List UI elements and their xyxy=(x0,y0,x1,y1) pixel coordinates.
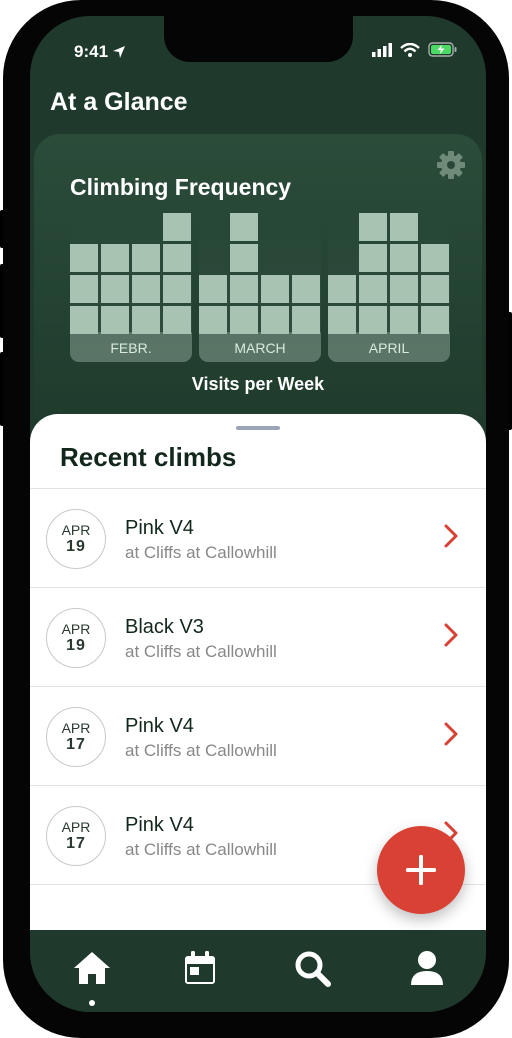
visit-square xyxy=(359,275,387,303)
date-badge: APR 19 xyxy=(46,608,106,668)
tab-search[interactable] xyxy=(292,950,334,990)
climb-name: Pink V4 xyxy=(125,715,194,737)
climb-name: Black V3 xyxy=(125,616,204,638)
date-month: APR xyxy=(61,522,91,538)
date-month: APR xyxy=(61,819,91,835)
date-day: 19 xyxy=(66,637,86,654)
visit-square xyxy=(70,275,98,303)
visit-square xyxy=(421,275,449,303)
visit-square xyxy=(132,244,160,272)
visit-square xyxy=(390,213,418,241)
visit-square xyxy=(163,244,191,272)
visit-square xyxy=(292,306,320,334)
chevron-right-icon xyxy=(444,524,458,548)
visit-square xyxy=(421,306,449,334)
visit-square xyxy=(390,275,418,303)
climb-location: at Cliffs at Callowhill xyxy=(125,543,277,562)
status-icons xyxy=(372,42,458,57)
phone-frame: 9:41 At a Glance Climbing Frequency FEBR… xyxy=(3,0,509,1038)
tab-bar xyxy=(30,930,486,1012)
recent-climbs-title: Recent climbs xyxy=(60,442,237,472)
visit-square xyxy=(359,306,387,334)
page-title: At a Glance xyxy=(50,88,188,116)
wifi-icon xyxy=(400,42,420,57)
date-day: 17 xyxy=(66,736,86,753)
visit-square xyxy=(163,213,191,241)
notch xyxy=(164,16,353,62)
plus-icon xyxy=(406,855,436,885)
visit-square xyxy=(132,306,160,334)
visit-square xyxy=(292,275,320,303)
visit-square xyxy=(328,306,356,334)
search-icon xyxy=(295,951,331,987)
climb-location: at Cliffs at Callowhill xyxy=(125,741,277,760)
visit-square xyxy=(328,275,356,303)
visit-square xyxy=(101,306,129,334)
date-day: 19 xyxy=(66,538,86,555)
visit-square xyxy=(70,306,98,334)
date-badge: APR 19 xyxy=(46,509,106,569)
month-label: APRIL xyxy=(368,340,410,356)
app-screen: 9:41 At a Glance Climbing Frequency FEBR… xyxy=(30,16,486,1012)
visit-square xyxy=(359,213,387,241)
visit-square xyxy=(359,244,387,272)
date-month: APR xyxy=(61,720,91,736)
calendar-icon xyxy=(185,951,215,984)
visit-square xyxy=(261,275,289,303)
location-arrow-icon xyxy=(113,46,126,58)
visit-square xyxy=(230,213,258,241)
visit-square xyxy=(70,244,98,272)
chart-title: Climbing Frequency xyxy=(70,174,292,200)
climb-location: at Cliffs at Callowhill xyxy=(125,642,277,661)
month-label: FEBR. xyxy=(110,340,152,356)
sheet-handle[interactable] xyxy=(236,426,280,430)
visit-square xyxy=(101,244,129,272)
climb-row[interactable]: APR 19 Black V3 at Cliffs at Callowhill xyxy=(30,588,486,686)
visit-square xyxy=(230,306,258,334)
climb-name: Pink V4 xyxy=(125,814,194,836)
climb-row[interactable]: APR 17 Pink V4 at Cliffs at Callowhill xyxy=(30,687,486,785)
date-badge: APR 17 xyxy=(46,806,106,866)
visit-square xyxy=(390,244,418,272)
tab-calendar[interactable] xyxy=(179,950,221,990)
visit-square xyxy=(199,275,227,303)
status-time: 9:41 xyxy=(74,42,126,62)
climb-name: Pink V4 xyxy=(125,517,194,539)
month-label: MARCH xyxy=(234,340,286,356)
climb-row[interactable]: APR 19 Pink V4 at Cliffs at Callowhill xyxy=(30,489,486,587)
date-badge: APR 17 xyxy=(46,707,106,767)
gear-icon[interactable] xyxy=(436,150,466,180)
battery-charging-icon xyxy=(428,42,457,57)
signal-icon xyxy=(372,42,392,57)
active-tab-indicator xyxy=(89,1000,95,1006)
date-day: 17 xyxy=(66,835,86,852)
visit-square xyxy=(101,275,129,303)
add-climb-button[interactable] xyxy=(377,826,465,914)
visit-square xyxy=(230,275,258,303)
chevron-right-icon xyxy=(444,623,458,647)
tab-home[interactable] xyxy=(71,950,113,990)
chevron-right-icon xyxy=(444,722,458,746)
tab-profile[interactable] xyxy=(406,950,448,990)
visit-square xyxy=(261,306,289,334)
home-icon xyxy=(74,952,110,984)
visit-square xyxy=(163,306,191,334)
clock-text: 9:41 xyxy=(74,42,109,61)
chart-xlabel: Visits per Week xyxy=(191,374,325,394)
visit-square xyxy=(390,306,418,334)
profile-icon xyxy=(411,951,443,985)
visit-square xyxy=(199,306,227,334)
visit-square xyxy=(163,275,191,303)
date-month: APR xyxy=(61,621,91,637)
visit-square xyxy=(132,275,160,303)
visit-square xyxy=(230,244,258,272)
visit-square xyxy=(421,244,449,272)
climb-location: at Cliffs at Callowhill xyxy=(125,840,277,859)
